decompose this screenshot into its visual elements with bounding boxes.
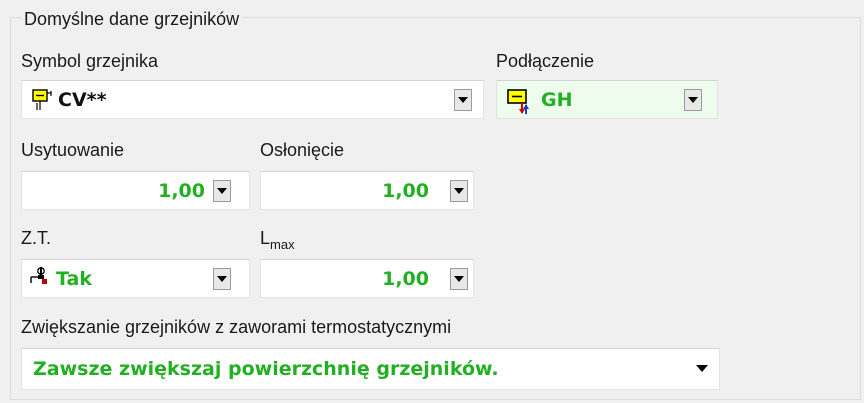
cover-dropdown-button[interactable] bbox=[450, 180, 468, 202]
symbol-dropdown[interactable]: CV** bbox=[21, 80, 484, 119]
increase-value: Zawsze zwiększaj powierzchnię grzejników… bbox=[33, 358, 499, 380]
lmax-field[interactable]: 1,00 bbox=[260, 259, 474, 298]
lmax-value: 1,00 bbox=[382, 267, 429, 290]
zt-label: Z.T. bbox=[21, 228, 51, 248]
zt-value: Tak bbox=[56, 267, 92, 290]
placement-label: Usytuowanie bbox=[21, 140, 125, 160]
connection-label: Podłączenie bbox=[496, 51, 595, 71]
increase-dropdown[interactable]: Zawsze zwiększaj powierzchnię grzejników… bbox=[21, 348, 720, 390]
zt-dropdown-button[interactable] bbox=[213, 268, 231, 290]
placement-dropdown-button[interactable] bbox=[213, 180, 231, 202]
radiator-connection-icon bbox=[506, 87, 532, 120]
zt-dropdown[interactable]: Tak bbox=[21, 259, 250, 298]
increase-label: Zwiększanie grzejników z zaworami termos… bbox=[21, 317, 452, 337]
symbol-label: Symbol grzejnika bbox=[21, 51, 159, 71]
connection-value: GH bbox=[541, 88, 573, 111]
connection-dropdown-button[interactable] bbox=[684, 89, 702, 111]
cover-field[interactable]: 1,00 bbox=[260, 171, 474, 210]
symbol-value: CV** bbox=[58, 88, 107, 111]
thermostatic-valve-icon bbox=[29, 266, 53, 297]
cover-label: Osłonięcie bbox=[260, 140, 345, 160]
radiator-symbol-icon bbox=[31, 87, 53, 118]
connection-dropdown[interactable]: GH bbox=[496, 80, 718, 119]
lmax-dropdown-button[interactable] bbox=[450, 268, 468, 290]
chevron-down-icon[interactable] bbox=[696, 365, 708, 372]
lmax-label-main: L bbox=[260, 228, 271, 248]
placement-field[interactable]: 1,00 bbox=[21, 171, 250, 210]
placement-value: 1,00 bbox=[158, 179, 205, 202]
cover-value: 1,00 bbox=[382, 179, 429, 202]
lmax-label: Lmax bbox=[260, 227, 295, 256]
groupbox-title: Domyślne dane grzejników bbox=[21, 8, 243, 30]
symbol-dropdown-button[interactable] bbox=[454, 89, 472, 111]
lmax-label-sub: max bbox=[270, 237, 295, 252]
